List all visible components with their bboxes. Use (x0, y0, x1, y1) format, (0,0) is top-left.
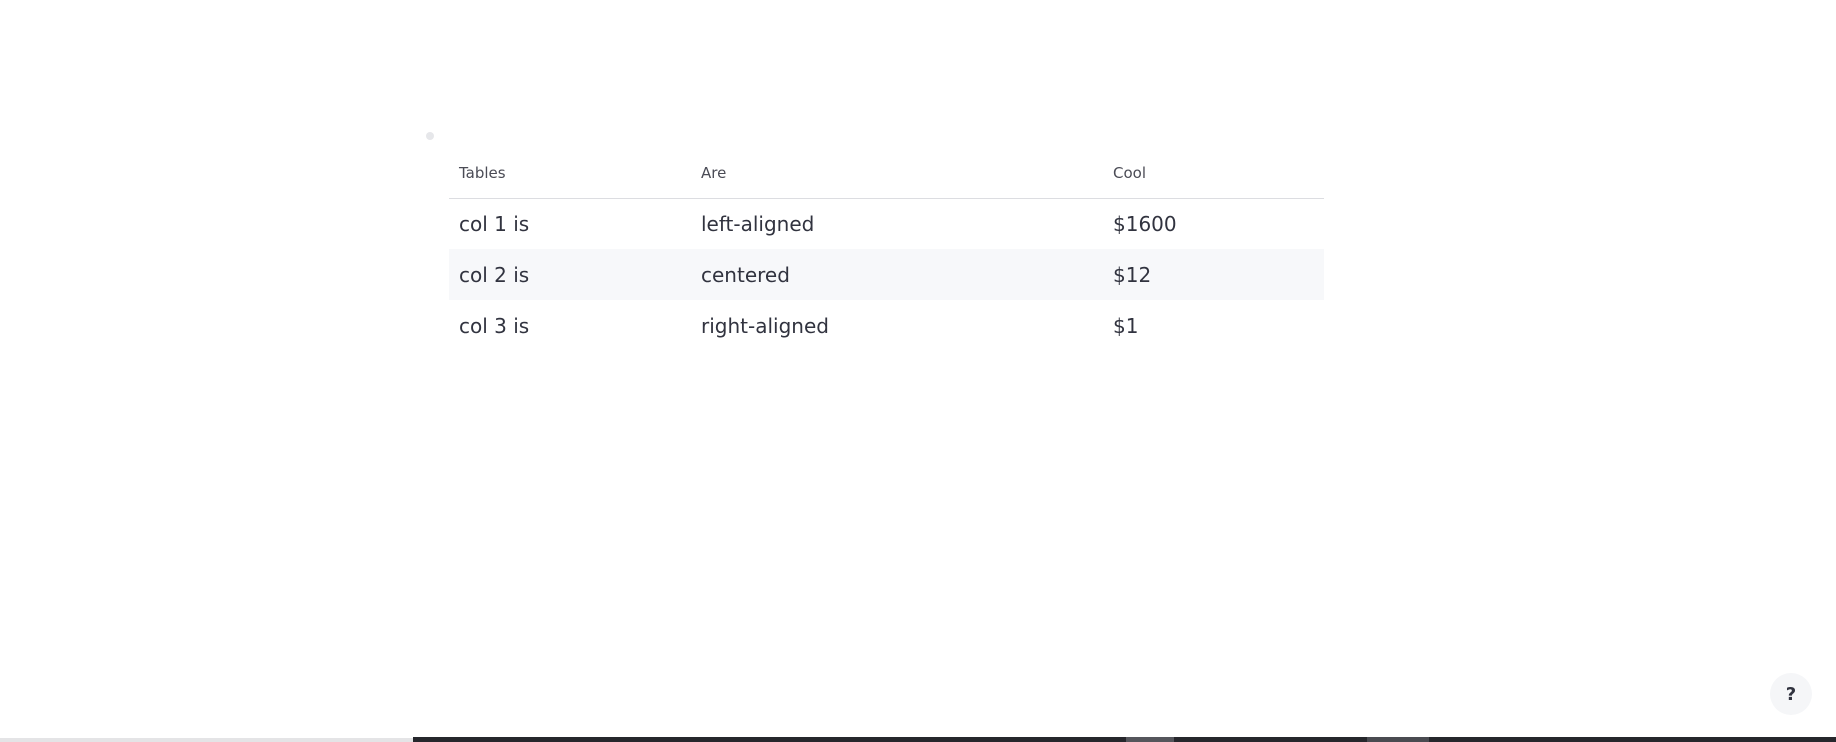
table-cell: col 1 is (459, 211, 530, 236)
column-header-cool: Cool (1113, 164, 1146, 183)
bottom-strip-light-segment (0, 738, 413, 742)
table-row: col 1 is left-aligned $1600 (449, 198, 1324, 249)
table-cell: col 3 is (459, 313, 530, 338)
table-cell: $12 (1113, 262, 1152, 287)
page: Tables Are Cool col 1 is left-aligned $1… (0, 0, 1836, 742)
table-row: col 2 is centered $12 (449, 249, 1324, 300)
help-button[interactable]: ? (1770, 673, 1812, 715)
table-cell: right-aligned (701, 313, 829, 338)
table-header-row: Tables Are Cool (449, 149, 1324, 198)
table-cell: col 2 is (459, 262, 530, 287)
table-cell: $1600 (1113, 211, 1177, 236)
bottom-strip-segment (1367, 737, 1429, 742)
table-cell: left-aligned (701, 211, 815, 236)
question-mark-icon: ? (1785, 683, 1797, 705)
column-header-are: Are (701, 164, 727, 183)
anchor-dot (426, 132, 434, 140)
markdown-table: Tables Are Cool col 1 is left-aligned $1… (449, 149, 1324, 351)
table-row: col 3 is right-aligned $1 (449, 300, 1324, 351)
bottom-strip-dark-segment (413, 737, 1836, 742)
table-cell: centered (701, 262, 790, 287)
column-header-tables: Tables (459, 164, 506, 183)
table-cell: $1 (1113, 313, 1139, 338)
bottom-strip (0, 737, 1836, 742)
bottom-strip-segment (1126, 737, 1174, 742)
